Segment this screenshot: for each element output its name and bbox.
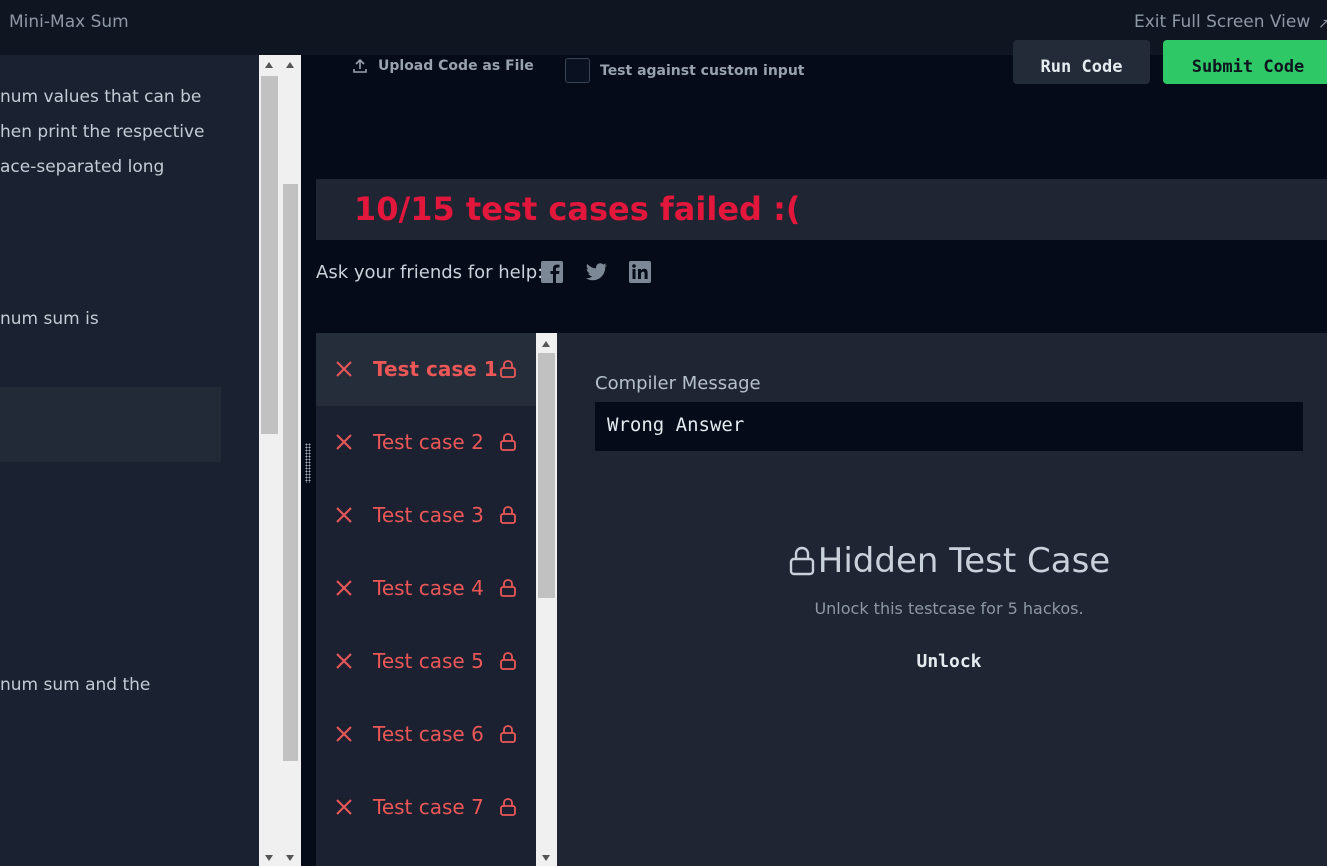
- scroll-down-icon[interactable]: [286, 855, 294, 861]
- testcase-label: Test case 3: [373, 503, 484, 527]
- testcase-item-2[interactable]: Test case 2: [316, 406, 536, 479]
- testcase-item-5[interactable]: Test case 5: [316, 625, 536, 698]
- ask-friends-label: Ask your friends for help:: [316, 262, 544, 283]
- testcase-label: Test case 7: [373, 795, 484, 819]
- unlock-cost-text: Unlock this testcase for 5 hackos.: [814, 599, 1084, 618]
- scroll-up-icon[interactable]: [286, 62, 294, 68]
- testcase-label: Test case 5: [373, 649, 484, 673]
- scroll-down-icon[interactable]: [265, 855, 273, 861]
- testcase-scrollbar[interactable]: [536, 333, 557, 866]
- twitter-icon[interactable]: [584, 260, 608, 284]
- fail-x-icon: [336, 799, 352, 815]
- run-code-button[interactable]: Run Code: [1013, 40, 1150, 84]
- pane-resize-handle[interactable]: [305, 443, 311, 483]
- sample-code-block: [0, 387, 221, 462]
- upload-icon: [353, 58, 367, 73]
- compiler-message-box: Wrong Answer: [595, 402, 1303, 451]
- lock-icon: [500, 725, 516, 743]
- facebook-icon[interactable]: [540, 260, 564, 284]
- collapse-icon[interactable]: ↗: [1318, 16, 1327, 32]
- testcase-detail: Compiler Message Wrong Answer Hidden Tes…: [557, 333, 1327, 866]
- testcase-item-1[interactable]: Test case 1: [316, 333, 536, 406]
- lock-icon: [789, 546, 814, 576]
- submit-code-button[interactable]: Submit Code: [1163, 40, 1327, 84]
- problem-text-line: num sum is: [0, 309, 99, 329]
- problem-text-line: num values that can be: [0, 87, 202, 107]
- upload-label: Upload Code as File: [378, 58, 534, 74]
- problem-pane: num values that can be hen print the res…: [0, 55, 259, 866]
- lock-icon: [500, 579, 516, 597]
- linkedin-icon[interactable]: [628, 260, 652, 284]
- fail-x-icon: [336, 434, 352, 450]
- fail-x-icon: [336, 361, 352, 377]
- lock-icon: [500, 360, 516, 378]
- fail-x-icon: [336, 507, 352, 523]
- failed-message: 10/15 test cases failed :(: [354, 190, 801, 228]
- testcase-item-4[interactable]: Test case 4: [316, 552, 536, 625]
- problem-title: Mini-Max Sum: [9, 12, 129, 32]
- problem-text-line: hen print the respective: [0, 122, 205, 142]
- problem-text-line: num sum and the: [0, 675, 151, 695]
- scrollbar-thumb[interactable]: [283, 184, 298, 761]
- testcase-label: Test case 2: [373, 430, 484, 454]
- custom-input-label: Test against custom input: [600, 62, 805, 79]
- problem-scrollbar[interactable]: [259, 55, 280, 866]
- compiler-message-label: Compiler Message: [595, 373, 761, 394]
- hidden-testcase-heading: Hidden Test Case: [557, 541, 1327, 581]
- scroll-up-icon[interactable]: [265, 62, 273, 68]
- testcase-label: Test case 1: [373, 357, 498, 381]
- scrollbar-thumb[interactable]: [538, 353, 555, 598]
- lock-icon: [500, 433, 516, 451]
- testcase-item-6[interactable]: Test case 6: [316, 698, 536, 771]
- testcase-item-3[interactable]: Test case 3: [316, 479, 536, 552]
- custom-input-checkbox[interactable]: [565, 58, 590, 83]
- result-banner: 10/15 test cases failed :(: [316, 179, 1327, 240]
- lock-icon: [500, 506, 516, 524]
- testcase-label: Test case 4: [373, 576, 484, 600]
- exit-fullscreen-link[interactable]: Exit Full Screen View: [1134, 12, 1310, 32]
- lock-icon: [500, 652, 516, 670]
- testcase-list: Test case 1 Test case 2 Test case 3 Test…: [316, 333, 536, 866]
- upload-code-button[interactable]: Upload Code as File: [352, 58, 534, 74]
- scrollbar-thumb[interactable]: [261, 76, 278, 434]
- scroll-up-icon[interactable]: [542, 341, 550, 347]
- fail-x-icon: [336, 580, 352, 596]
- unlock-button[interactable]: Unlock: [557, 651, 1327, 672]
- testcase-label: Test case 6: [373, 722, 484, 746]
- page-scrollbar[interactable]: [280, 55, 301, 866]
- scroll-down-icon[interactable]: [542, 855, 550, 861]
- problem-text-line: ace-separated long: [0, 157, 165, 177]
- lock-icon: [500, 798, 516, 816]
- testcase-item-7[interactable]: Test case 7: [316, 771, 536, 844]
- hidden-testcase-title: Hidden Test Case: [817, 541, 1111, 581]
- fail-x-icon: [336, 653, 352, 669]
- custom-input-toggle[interactable]: Test against custom input: [565, 58, 804, 83]
- fail-x-icon: [336, 726, 352, 742]
